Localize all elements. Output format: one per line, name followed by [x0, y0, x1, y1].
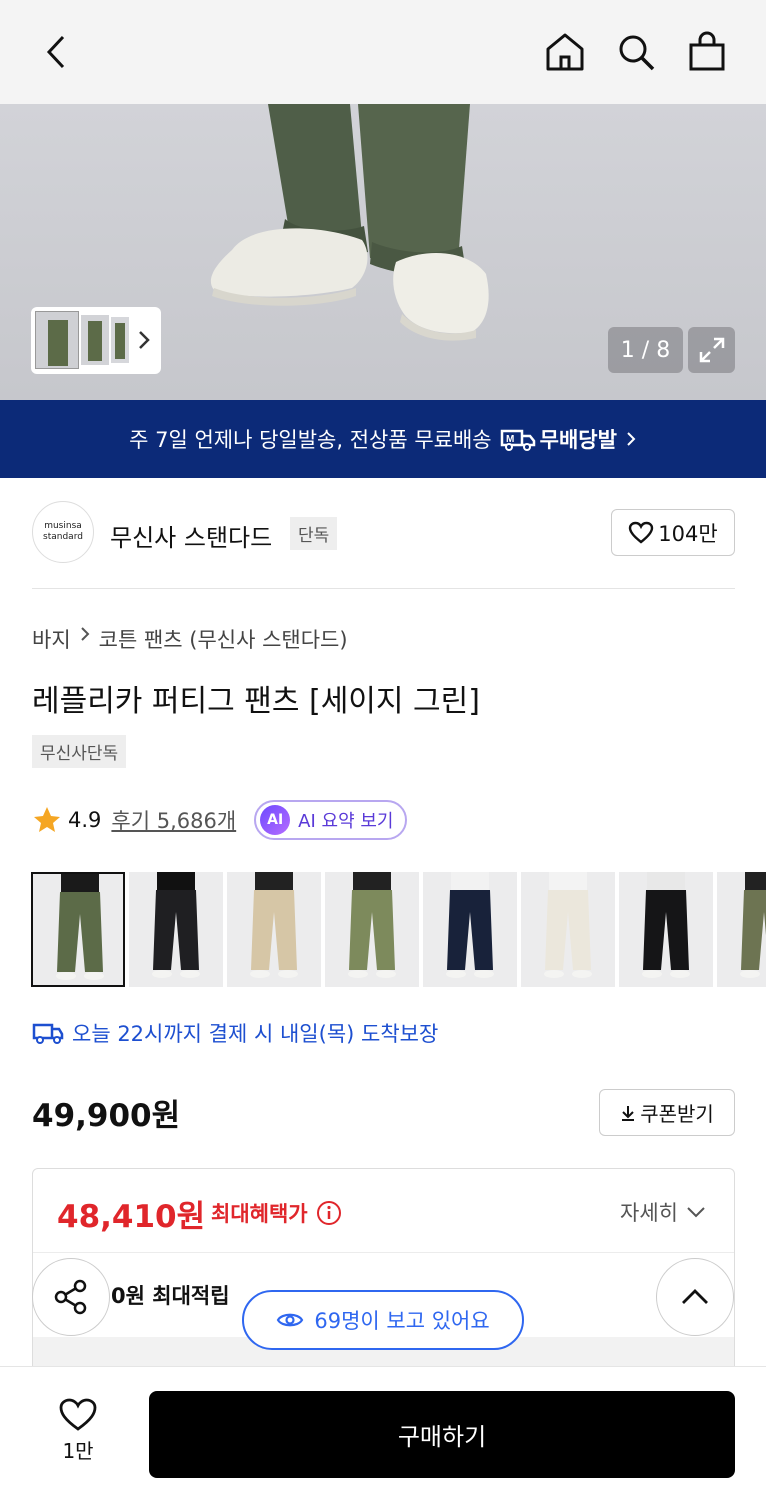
wishlist-count: 1만 — [62, 1439, 94, 1463]
delivery-truck-icon — [32, 1023, 64, 1044]
brand-exclusive-tag: 단독 — [290, 517, 338, 550]
chevron-up-icon — [682, 1289, 708, 1304]
brand-logo[interactable]: musinsa standard — [32, 501, 94, 563]
top-bar — [0, 0, 766, 104]
color-swatch-olive[interactable] — [325, 872, 419, 987]
share-icon — [54, 1279, 87, 1315]
delivery-truck-icon: M — [500, 429, 535, 451]
bottom-bar: 1만 구매하기 — [0, 1366, 766, 1500]
max-benefit-row[interactable]: 48,410원 최대혜택가 자세히 — [33, 1169, 734, 1253]
svg-text:M: M — [506, 434, 514, 445]
star-icon — [34, 807, 60, 832]
breadcrumb-category[interactable]: 바지 — [32, 624, 71, 654]
max-benefit-price: 48,410원 — [57, 1199, 206, 1235]
viewers-text: 69명이 보고 있어요 — [314, 1309, 490, 1333]
color-swatch-ecru[interactable] — [521, 872, 615, 987]
delivery-text: 오늘 22시까지 결제 시 내일(목) 도착보장 — [72, 1022, 439, 1046]
brand-name[interactable]: 무신사 스탠다드 — [110, 518, 272, 553]
detail-toggle[interactable]: 자세히 — [620, 1197, 706, 1227]
shipping-badge: M 무배당발 — [500, 424, 617, 454]
wishlist-button[interactable]: 1만 — [38, 1397, 118, 1467]
color-swatch-khaki[interactable] — [717, 872, 766, 987]
eye-icon — [277, 1313, 304, 1327]
delivery-guarantee[interactable]: 오늘 22시까지 결제 시 내일(목) 도착보장 — [32, 1018, 438, 1048]
viewers-pill: 69명이 보고 있어요 — [242, 1290, 524, 1350]
detail-label: 자세히 — [620, 1201, 678, 1225]
chevron-down-icon — [687, 1207, 705, 1218]
color-swatch-list — [31, 872, 766, 987]
search-icon[interactable] — [614, 30, 658, 74]
info-icon — [316, 1201, 341, 1225]
brand-like-count: 104만 — [658, 521, 718, 546]
brand-logo-line2: standard — [43, 532, 83, 542]
max-benefit-label: 최대혜택가 — [211, 1202, 308, 1226]
heart-icon — [629, 521, 654, 544]
max-points: 0원 최대적립 — [111, 1284, 230, 1308]
color-swatch-black[interactable] — [129, 872, 223, 987]
color-swatch-beige[interactable] — [227, 872, 321, 987]
chevron-right-icon — [627, 432, 636, 446]
max-benefit-label-group: 최대혜택가 — [211, 1198, 342, 1228]
exclusive-tag: 무신사단독 — [32, 735, 127, 768]
ai-summary-label: AI 요약 보기 — [298, 811, 394, 832]
breadcrumb-subcategory[interactable]: 코튼 팬츠 (무신사 스탠다드) — [99, 624, 348, 654]
brand-like-button[interactable]: 104만 — [611, 509, 735, 556]
download-icon — [622, 1105, 635, 1121]
breadcrumb: 바지 코튼 팬츠 (무신사 스탠다드) — [32, 624, 348, 654]
gallery-thumb[interactable] — [111, 317, 129, 363]
rating-value: 4.9 — [68, 808, 102, 832]
expand-icon[interactable] — [688, 327, 735, 373]
scroll-top-button[interactable] — [656, 1258, 734, 1336]
shopping-bag-icon[interactable] — [685, 30, 729, 74]
brand-logo-line1: musinsa — [44, 521, 82, 531]
gallery-thumb[interactable] — [81, 315, 109, 365]
color-swatch-sage-green[interactable] — [31, 872, 125, 987]
gallery-counter: 1 / 8 — [608, 327, 683, 373]
product-title: 레플리카 퍼티그 팬츠 [세이지 그린] — [32, 684, 480, 719]
shipping-banner-text: 주 7일 언제나 당일발송, 전상품 무료배송 — [129, 428, 492, 452]
shipping-banner[interactable]: 주 7일 언제나 당일발송, 전상품 무료배송 M 무배당발 — [0, 400, 766, 478]
coupon-label: 쿠폰받기 — [640, 1102, 714, 1126]
heart-icon — [59, 1398, 97, 1431]
breadcrumb-separator-icon — [79, 624, 91, 654]
ai-summary-button[interactable]: AI AI 요약 보기 — [254, 800, 408, 840]
gallery-thumb[interactable] — [35, 311, 79, 369]
home-icon[interactable] — [543, 30, 587, 74]
divider — [32, 588, 735, 589]
back-icon[interactable] — [34, 30, 78, 74]
ai-icon: AI — [260, 805, 291, 835]
shipping-badge-label: 무배당발 — [539, 428, 617, 452]
original-price: 49,900원 — [32, 1098, 181, 1134]
review-link[interactable]: 후기 5,686개 — [111, 805, 236, 835]
color-swatch-navy[interactable] — [423, 872, 517, 987]
rating-row: 4.9 후기 5,686개 AI AI 요약 보기 — [32, 800, 408, 840]
chevron-right-icon[interactable] — [137, 329, 151, 355]
coupon-button[interactable]: 쿠폰받기 — [599, 1089, 735, 1136]
brand-row[interactable]: musinsa standard 무신사 스탠다드 단독 104만 — [32, 501, 735, 565]
color-swatch-charcoal[interactable] — [619, 872, 713, 987]
gallery-thumbnail-strip[interactable] — [31, 307, 161, 374]
share-button[interactable] — [32, 1258, 110, 1336]
buy-button[interactable]: 구매하기 — [149, 1391, 735, 1478]
